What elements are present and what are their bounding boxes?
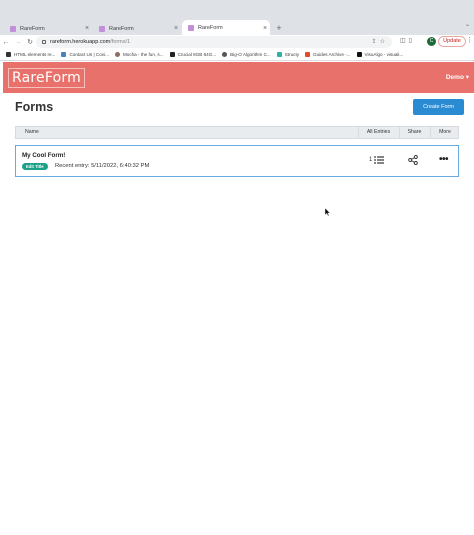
bookmark-label: Mocha - the fun, s... bbox=[122, 52, 164, 57]
bookmark-label: VisuAlgo - visuali... bbox=[364, 52, 404, 57]
browser-tab-1[interactable]: RareForm × bbox=[4, 21, 92, 36]
extension-icons: ◫▯ bbox=[400, 37, 415, 44]
rareform-favicon bbox=[99, 25, 105, 32]
mouse-cursor-icon bbox=[325, 208, 331, 216]
bookmark-label: Big-O Algorithm C... bbox=[230, 52, 271, 57]
url-path: /forms/1 bbox=[110, 39, 131, 45]
update-button[interactable]: Update bbox=[438, 36, 466, 47]
bookmark-item[interactable]: Crucial 8GB 64G... bbox=[169, 52, 217, 57]
bookmark-item[interactable]: Structy bbox=[276, 52, 300, 57]
address-bar[interactable]: rareform.herokuapp.com /forms/1 ⇪☆ bbox=[36, 36, 392, 48]
bookmark-label: Guides Archive -... bbox=[313, 52, 351, 57]
bookmark-favicon bbox=[6, 52, 11, 57]
profile-avatar[interactable]: C bbox=[427, 37, 436, 46]
close-tab-icon[interactable]: × bbox=[82, 25, 92, 32]
page-title: Forms bbox=[15, 100, 54, 114]
column-header-entries: All Entries bbox=[358, 127, 398, 138]
tab-title: RareForm bbox=[20, 25, 45, 32]
bookmark-favicon bbox=[61, 52, 67, 57]
bookmark-favicon bbox=[305, 52, 311, 57]
recent-entry-text: Recent entry: 5/11/2022, 6:40:32 PM bbox=[55, 163, 150, 169]
browser-tab-strip: RareForm × RareForm × RareForm × + ⌄ bbox=[0, 0, 474, 36]
side-panel-icon[interactable]: ▯ bbox=[409, 38, 415, 44]
rareform-favicon bbox=[10, 25, 16, 32]
tab-title: RareForm bbox=[198, 25, 223, 31]
new-tab-button[interactable]: + bbox=[274, 21, 284, 35]
bookmark-label: Crucial 8GB 64G... bbox=[177, 52, 217, 57]
more-options-icon[interactable]: ••• bbox=[439, 155, 449, 165]
lock-icon bbox=[42, 40, 46, 44]
edit-title-button[interactable]: Edit Title bbox=[22, 163, 48, 170]
omnibox-actions[interactable]: ⇪☆ bbox=[372, 38, 388, 45]
share-page-icon[interactable]: ⇪ bbox=[372, 39, 380, 45]
bookmarks-bar: HTML elements re... Contact Us | Covi...… bbox=[0, 49, 474, 61]
close-tab-icon[interactable]: × bbox=[260, 25, 270, 32]
url-host: rareform.herokuapp.com bbox=[50, 39, 111, 45]
back-icon[interactable]: ← bbox=[0, 39, 12, 46]
browser-menu-icon[interactable]: ⋮ bbox=[466, 36, 473, 44]
bookmark-item[interactable]: Contact Us | Covi... bbox=[61, 52, 109, 57]
column-header-share: Share bbox=[399, 127, 429, 138]
bookmark-favicon bbox=[356, 52, 362, 57]
rareform-logo[interactable]: RareForm bbox=[8, 68, 85, 88]
list-entries-icon[interactable] bbox=[374, 156, 384, 164]
form-name[interactable]: My Cool Form! bbox=[22, 152, 65, 159]
column-header-name: Name bbox=[25, 129, 39, 135]
column-header-more: More bbox=[430, 127, 459, 138]
close-tab-icon[interactable]: × bbox=[171, 25, 181, 32]
entries-count: 1 bbox=[369, 157, 373, 163]
reload-icon[interactable]: ↻ bbox=[24, 38, 36, 46]
bookmark-item[interactable]: VisuAlgo - visuali... bbox=[356, 52, 404, 57]
bookmark-favicon bbox=[114, 52, 120, 57]
share-icon[interactable] bbox=[408, 155, 418, 165]
browser-tab-3-active[interactable]: RareForm × bbox=[182, 20, 270, 36]
bookmark-item[interactable]: Mocha - the fun, s... bbox=[114, 52, 164, 57]
tab-search-icon[interactable]: ⌄ bbox=[465, 21, 470, 28]
bookmark-favicon bbox=[222, 52, 228, 57]
bookmark-star-icon[interactable]: ☆ bbox=[380, 39, 388, 45]
tab-title: RareForm bbox=[109, 25, 134, 32]
forms-table-header: Name All Entries Share More bbox=[15, 126, 459, 139]
bookmark-label: HTML elements re... bbox=[14, 52, 56, 57]
bookmark-label: Contact Us | Covi... bbox=[69, 52, 109, 57]
create-form-button[interactable]: Create Form bbox=[413, 99, 464, 115]
bookmark-item[interactable]: Big-O Algorithm C... bbox=[222, 52, 271, 57]
bookmark-label: Structy bbox=[284, 52, 300, 57]
app-header: RareForm Demo ▾ bbox=[3, 62, 474, 93]
table-row[interactable]: My Cool Form! Edit Title Recent entry: 5… bbox=[15, 145, 459, 177]
rareform-favicon bbox=[188, 25, 194, 31]
extensions-icon[interactable]: ◫ bbox=[400, 38, 409, 44]
bookmark-favicon bbox=[276, 52, 282, 57]
bookmark-item[interactable]: HTML elements re... bbox=[6, 52, 55, 57]
forward-icon[interactable]: → bbox=[12, 39, 24, 46]
bookmark-item[interactable]: Guides Archive -... bbox=[305, 52, 351, 57]
bookmark-favicon bbox=[169, 52, 175, 57]
user-menu[interactable]: Demo ▾ bbox=[446, 73, 469, 81]
browser-tab-2[interactable]: RareForm × bbox=[93, 21, 181, 36]
